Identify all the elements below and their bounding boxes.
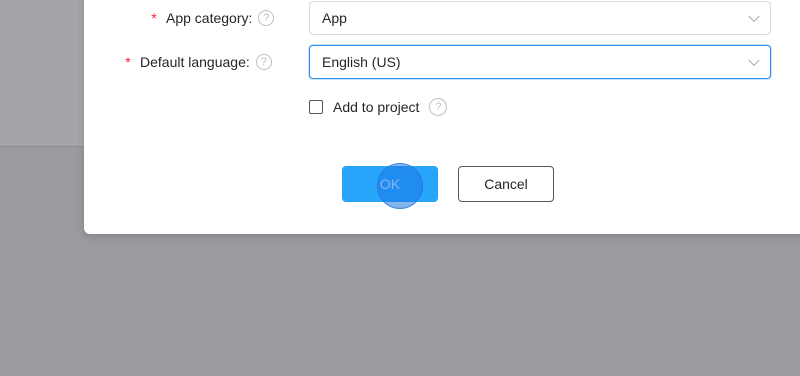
chevron-down-icon <box>748 54 760 67</box>
add-to-project-row: Add to project ? <box>309 98 448 116</box>
default-language-value: English (US) <box>322 54 401 70</box>
app-category-select[interactable]: App <box>309 1 771 35</box>
required-mark: * <box>125 54 131 70</box>
question-circle-icon[interactable]: ? <box>255 54 272 70</box>
default-language-select[interactable]: English (US) <box>309 45 771 79</box>
create-app-dialog: * App category: ? App * Default language… <box>84 0 800 234</box>
default-language-label: Default language: <box>140 54 250 70</box>
app-category-row: * App category: ? <box>147 1 275 35</box>
ok-button[interactable]: OK <box>342 166 438 202</box>
chevron-down-icon <box>748 10 760 23</box>
background-panel <box>0 0 84 147</box>
question-circle-icon[interactable]: ? <box>429 98 448 116</box>
cancel-button[interactable]: Cancel <box>458 166 554 202</box>
default-language-row: * Default language: ? <box>121 45 272 79</box>
required-mark: * <box>151 10 157 26</box>
add-to-project-label[interactable]: Add to project <box>333 99 419 115</box>
add-to-project-checkbox[interactable] <box>309 100 323 114</box>
question-circle-icon[interactable]: ? <box>258 10 275 26</box>
app-category-value: App <box>322 10 347 26</box>
app-category-label: App category: <box>166 10 253 26</box>
